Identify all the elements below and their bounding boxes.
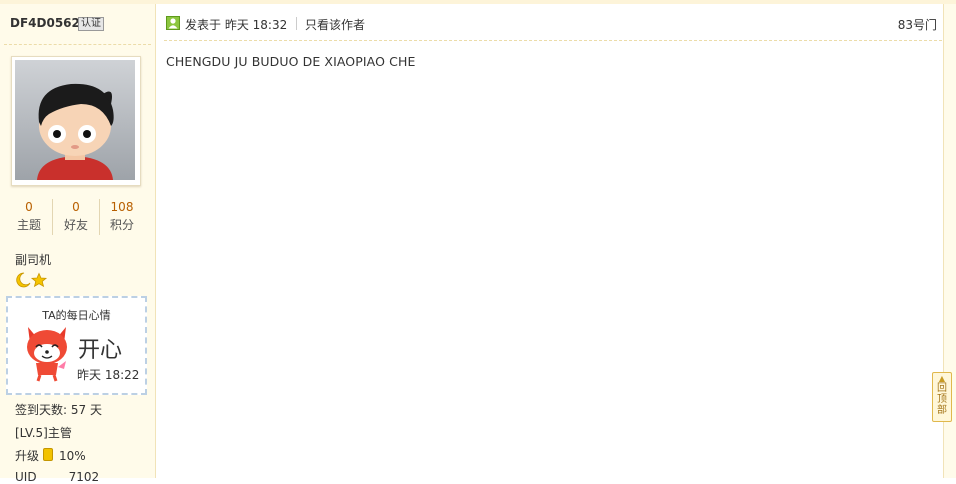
- post-time: 发表于 昨天 18:32: [185, 18, 288, 32]
- stat-threads[interactable]: 0 主题: [6, 199, 52, 235]
- happy-fox-icon: [27, 327, 67, 382]
- mood-title: TA的每日心情: [42, 309, 111, 322]
- back-to-top-label: 回顶部: [937, 383, 947, 416]
- user-level[interactable]: [LV.5]主管: [15, 424, 72, 441]
- upgrade-percent: 10%: [59, 449, 86, 463]
- daily-mood-box: TA的每日心情 开心 昨天 18:22: [6, 296, 147, 395]
- post-header: 发表于 昨天 18:32 只看该作者 83号门: [166, 15, 941, 33]
- post-content: CHENGDU JU BUDUO DE XIAOPIAO CHE: [166, 54, 416, 69]
- mood-word: 开心: [78, 338, 123, 363]
- author-online-icon: [166, 16, 180, 30]
- avatar-image: [15, 60, 135, 180]
- post-header-divider: [164, 40, 942, 41]
- stat-friends-label: 好友: [63, 218, 88, 232]
- author-name[interactable]: DF4D0562: [10, 16, 80, 30]
- stat-points-value: 108: [110, 200, 134, 214]
- stat-threads-label: 主题: [16, 218, 41, 232]
- only-author-link[interactable]: 只看该作者: [305, 16, 365, 33]
- author-stats: 0 主题 0 好友 108 积分: [6, 199, 146, 237]
- checkin-days: 签到天数: 57 天: [15, 403, 102, 417]
- stat-friends[interactable]: 0 好友: [53, 199, 99, 235]
- sidebar-divider: [4, 44, 151, 45]
- author-sidebar: DF4D0562 认证 0 主题 0 好友 108 积分 副司机 TA的每日心情…: [0, 4, 156, 484]
- stat-points-label: 积分: [109, 218, 134, 232]
- uid-label: UID: [15, 470, 37, 484]
- lock-icon: [43, 448, 54, 461]
- uid-value: 7102: [68, 470, 100, 484]
- upgrade-progress: 升级 10%: [15, 447, 86, 464]
- user-rank[interactable]: 副司机: [15, 251, 51, 268]
- mood-time: 昨天 18:22: [77, 368, 140, 382]
- floor-number-link[interactable]: 83号门: [898, 16, 937, 33]
- verify-badge[interactable]: 认证: [78, 17, 104, 31]
- rank-moon-star-icon: [16, 272, 48, 288]
- stat-points[interactable]: 108 积分: [99, 199, 145, 235]
- arrow-up-icon: ▲: [938, 374, 946, 383]
- stat-friends-value: 0: [72, 200, 80, 214]
- back-to-top-button[interactable]: ▲ 回顶部: [932, 372, 952, 422]
- stat-threads-value: 0: [25, 200, 33, 214]
- avatar[interactable]: [11, 56, 141, 186]
- upgrade-label: 升级: [15, 449, 40, 463]
- uid-row: UID 7102: [15, 470, 99, 484]
- header-divider: [296, 17, 297, 30]
